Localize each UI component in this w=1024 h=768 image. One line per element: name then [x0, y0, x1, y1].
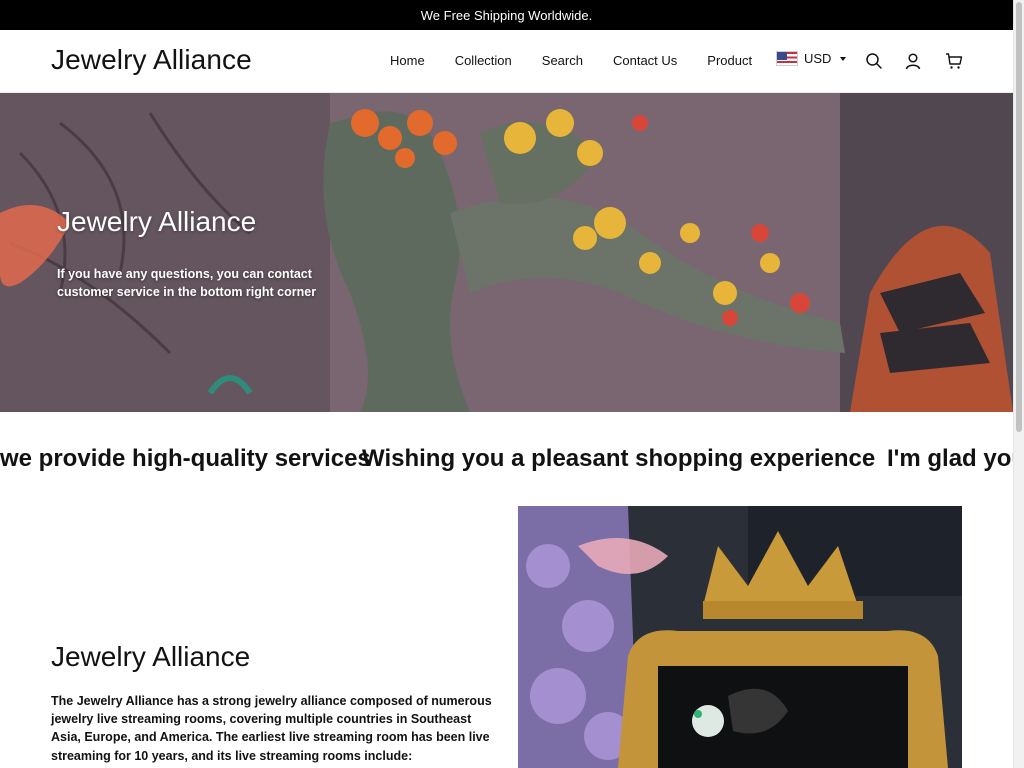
scrollbar-thumb[interactable] — [1016, 2, 1022, 432]
us-flag-icon — [776, 51, 798, 66]
nav-search[interactable]: Search — [542, 53, 583, 68]
about-text: The Jewelry Alliance has a strong jewelr… — [51, 694, 492, 763]
crown-frame-image — [518, 506, 962, 768]
about-image — [518, 506, 962, 768]
about-section: Jewelry Alliance The Jewelry Alliance ha… — [0, 506, 1013, 768]
nav-product[interactable]: Product — [707, 53, 752, 68]
cart-icon[interactable] — [945, 52, 963, 70]
site-header: Jewelry Alliance Home Collection Search … — [0, 30, 1013, 93]
site-logo[interactable]: Jewelry Alliance — [51, 44, 252, 76]
announcement-bar: We Free Shipping Worldwide. — [0, 0, 1013, 30]
hero-banner: Jewelry Alliance If you have any questio… — [0, 93, 1013, 412]
marquee-item: I'm glad you — [887, 445, 1013, 472]
marquee-banner: we provide high-quality services Wishing… — [0, 412, 1013, 506]
currency-label: USD — [804, 51, 832, 66]
about-title: Jewelry Alliance — [51, 641, 251, 672]
currency-selector[interactable]: USD — [776, 51, 847, 66]
nav-collection[interactable]: Collection — [455, 53, 512, 68]
marquee-item: Wishing you a pleasant shopping experien… — [362, 445, 876, 472]
chevron-down-icon — [840, 56, 847, 61]
main-nav: Home Collection Search Contact Us Produc… — [390, 53, 782, 68]
account-icon[interactable] — [904, 52, 922, 70]
hero-image — [0, 93, 1013, 412]
marquee-item: we provide high-quality services — [0, 445, 371, 472]
hero-title: Jewelry Alliance — [57, 206, 257, 237]
search-icon[interactable] — [865, 52, 883, 70]
nav-home[interactable]: Home — [390, 53, 425, 68]
nav-contact-us[interactable]: Contact Us — [613, 53, 677, 68]
announcement-text: We Free Shipping Worldwide. — [420, 7, 593, 23]
hero-text: If you have any questions, you can conta… — [57, 267, 317, 299]
page-scrollbar[interactable] — [1013, 0, 1024, 768]
